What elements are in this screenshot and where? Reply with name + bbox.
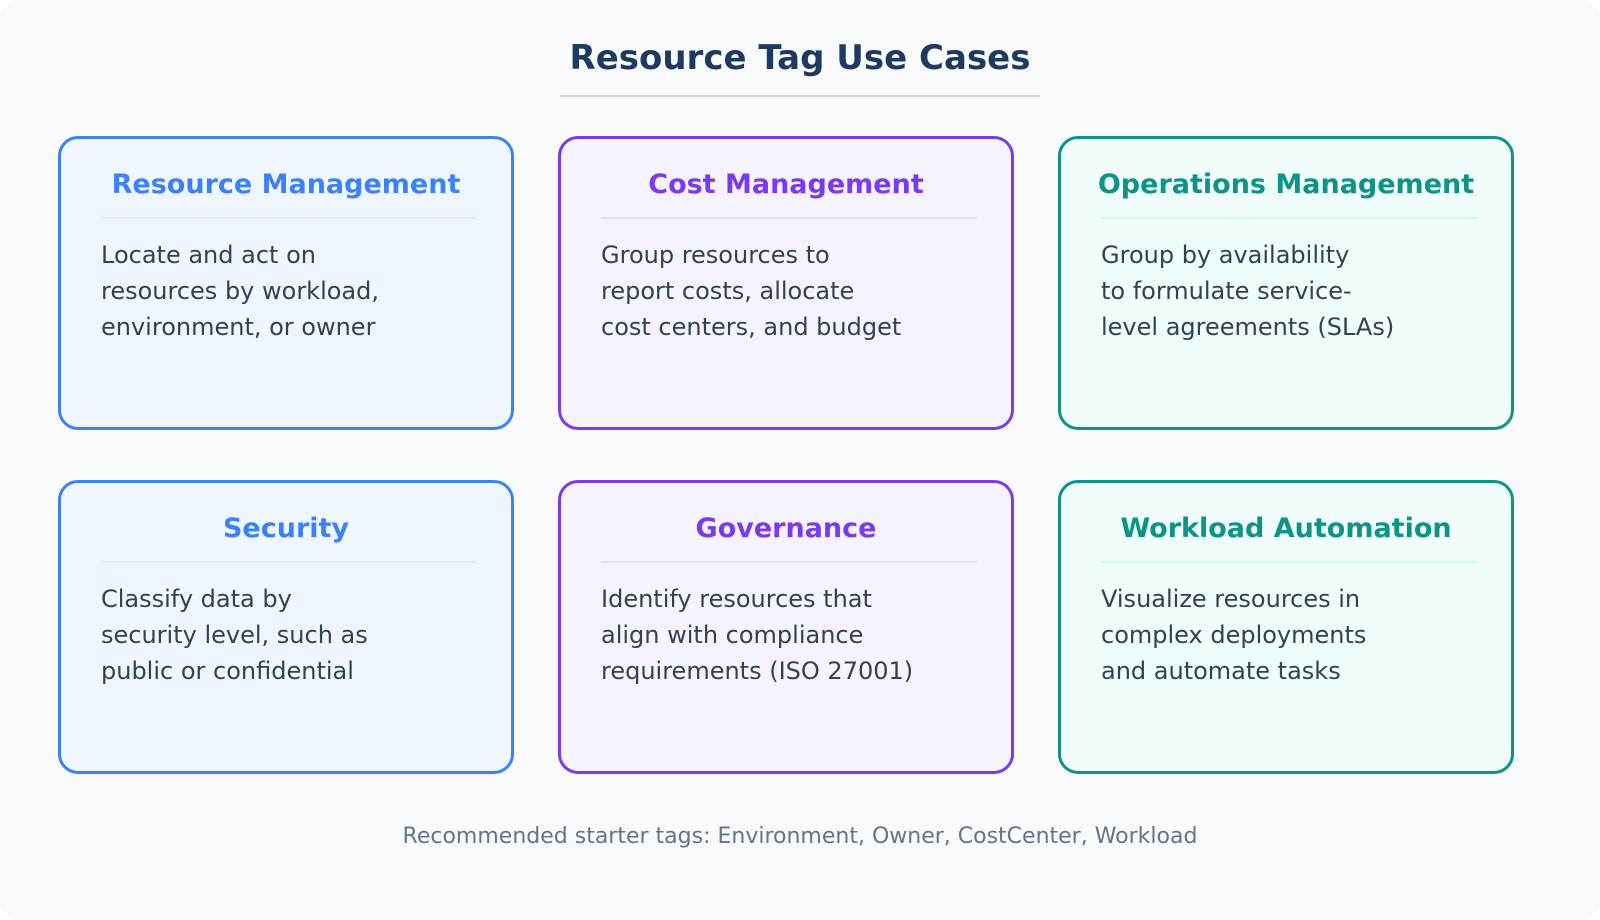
card-operations-management: Operations Management Group by availabil… [1058,136,1514,430]
card-divider [101,561,477,563]
card-description-line: security level, such as [101,621,368,649]
card-workload-automation: Workload Automation Visualize resources … [1058,480,1514,774]
card-description: Group by availability to formulate servi… [1101,237,1481,345]
diagram-canvas: Resource Tag Use Cases Resource Manageme… [0,0,1600,920]
card-security: Security Classify data by security level… [58,480,514,774]
card-divider [101,217,477,219]
card-description-line: report costs, allocate [601,277,855,305]
card-description-line: Classify data by [101,585,292,613]
card-description: Identify resources that align with compl… [601,581,981,689]
card-description-line: Group by availability [1101,241,1350,269]
card-title: Resource Management [111,169,461,200]
card-divider [601,561,977,563]
card-description-line: to formulate service- [1101,277,1352,305]
title-divider [560,95,1040,97]
card-title: Cost Management [648,169,924,200]
card-description-line: and automate tasks [1101,657,1341,685]
card-cost-management: Cost Management Group resources to repor… [558,136,1014,430]
card-resource-management: Resource Management Locate and act on re… [58,136,514,430]
card-title: Operations Management [1097,169,1475,200]
card-title: Security [222,513,350,544]
card-description-line: cost centers, and budget [601,313,902,341]
card-governance: Governance Identify resources that align… [558,480,1014,774]
card-description-line: align with compliance [601,621,864,649]
card-divider [1101,217,1477,219]
card-description-line: requirements (ISO 27001) [601,657,914,685]
card-description-line: Locate and act on [101,241,316,269]
card-divider [1101,561,1477,563]
card-description-line: complex deployments [1101,621,1367,649]
card-description-line: resources by workload, [101,277,380,305]
card-title: Workload Automation [1120,513,1452,544]
card-description-line: Group resources to [601,241,830,269]
card-description: Classify data by security level, such as… [101,581,481,689]
card-title: Governance [695,513,877,544]
card-description-line: Identify resources that [601,585,872,613]
card-description-line: level agreements (SLAs) [1101,313,1395,341]
card-description-line: environment, or owner [101,313,376,341]
card-description: Group resources to report costs, allocat… [601,237,981,345]
page-title: Resource Tag Use Cases [569,38,1031,78]
card-description: Locate and act on resources by workload,… [101,237,481,345]
card-description-line: public or confidential [101,657,354,685]
card-description: Visualize resources in complex deploymen… [1101,581,1481,689]
footer-note: Recommended starter tags: Environment, O… [402,824,1198,849]
card-divider [601,217,977,219]
card-description-line: Visualize resources in [1101,585,1361,613]
